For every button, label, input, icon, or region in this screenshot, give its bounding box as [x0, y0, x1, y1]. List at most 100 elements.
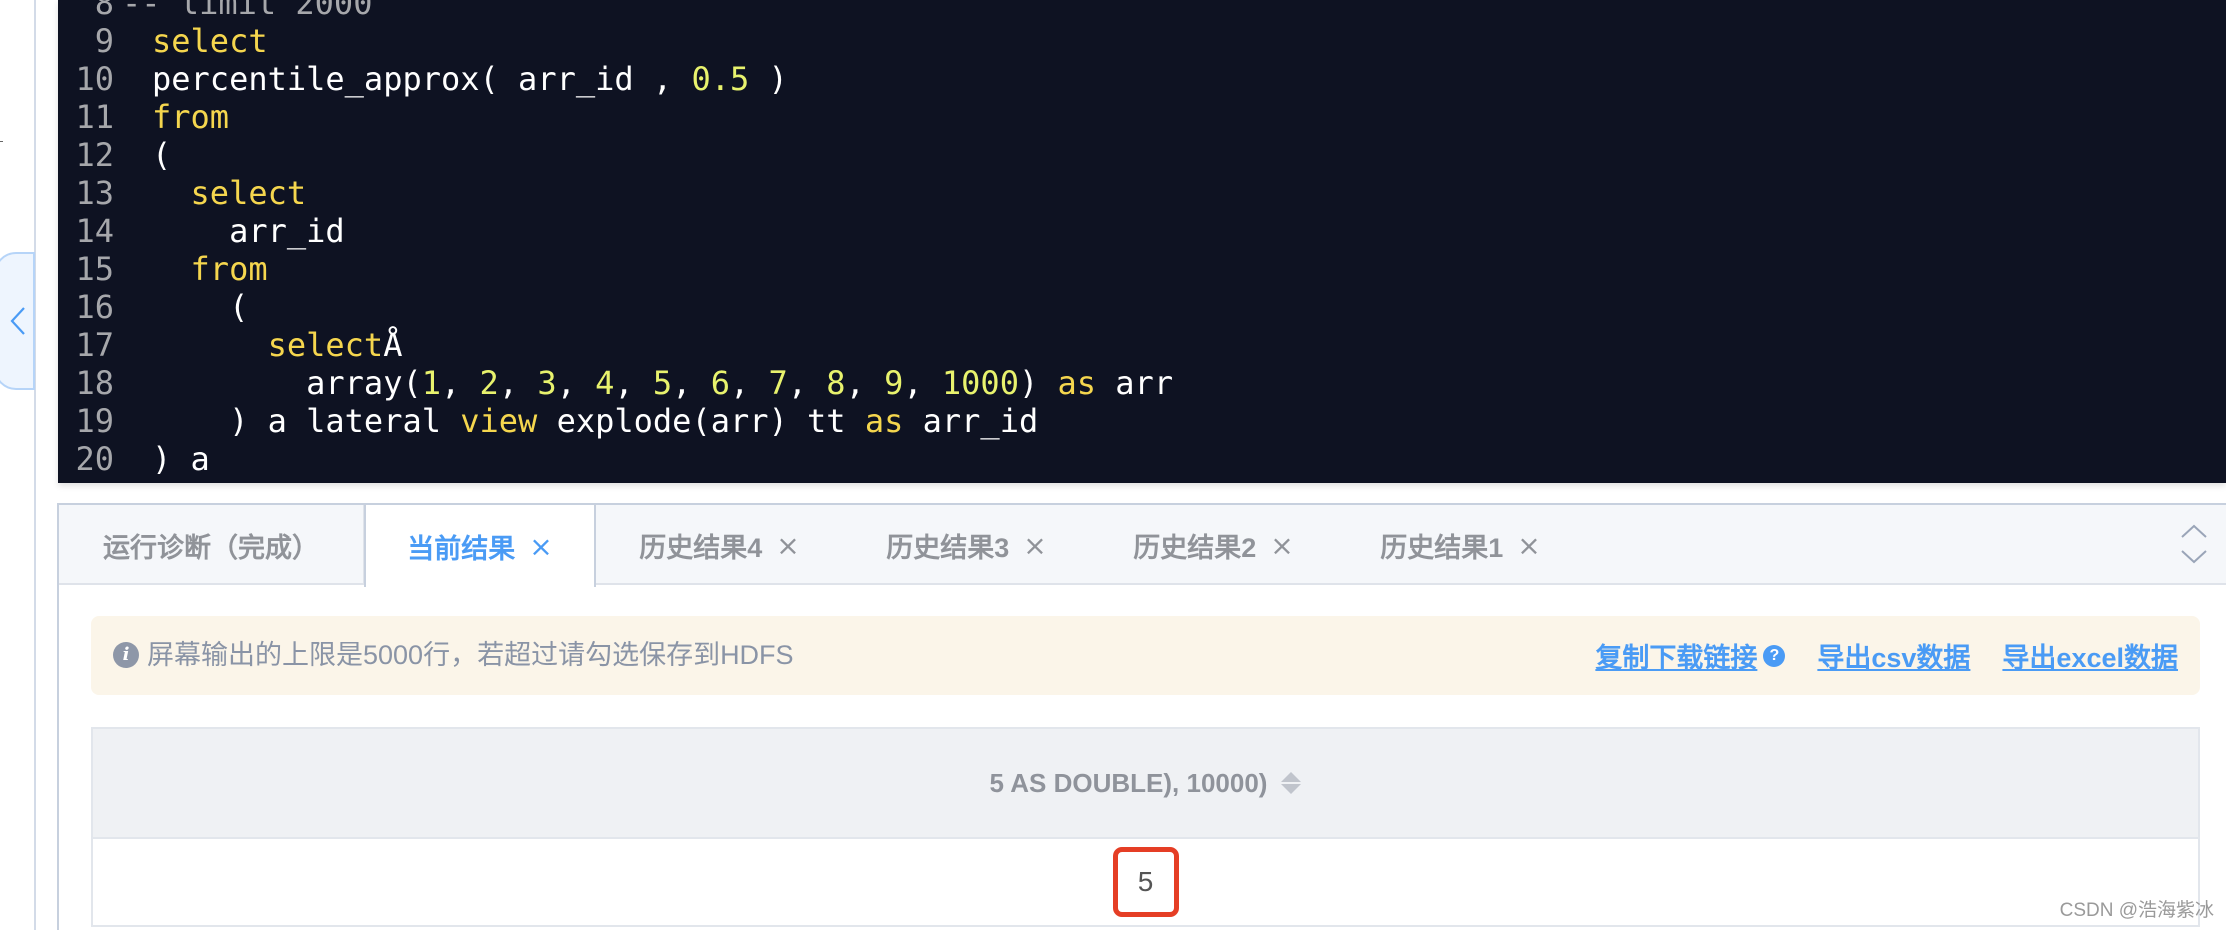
- code-token-plain: arr_id: [152, 212, 345, 250]
- code-token-plain: ): [749, 60, 788, 98]
- code-token-plain: ,: [845, 364, 885, 402]
- line-number: 17: [75, 326, 114, 364]
- code-text: select: [114, 22, 268, 60]
- table-header[interactable]: 5 AS DOUBLE), 10000): [93, 729, 2198, 839]
- code-token-num: 6: [710, 364, 730, 402]
- info-icon: i: [113, 642, 139, 668]
- tab-label: 历史结果3: [886, 532, 1010, 563]
- code-token-kw: view: [460, 402, 538, 440]
- code-token-num: 4: [595, 364, 615, 402]
- tab-run-diagnosis[interactable]: 运行诊断（完成）: [59, 505, 365, 585]
- code-line: 16 (: [58, 288, 248, 326]
- tab-label: 历史结果4: [639, 532, 763, 563]
- tab-history-result-3[interactable]: 历史结果3 ×: [843, 505, 1090, 585]
- code-token-plain: ,: [556, 364, 596, 402]
- code-token-num: 9: [884, 364, 904, 402]
- code-token-plain: (: [152, 288, 249, 326]
- code-token-plain: Å: [383, 326, 403, 364]
- code-token-plain: ) a lateral: [152, 402, 461, 440]
- help-icon[interactable]: ?: [1763, 644, 1786, 667]
- table-row: 5: [93, 839, 2198, 927]
- code-line: 17 selectÅ: [58, 326, 402, 364]
- code-token-num: 2: [479, 364, 499, 402]
- export-csv-link[interactable]: 导出csv数据: [1817, 636, 1970, 675]
- code-text: select: [114, 174, 307, 212]
- code-token-num: 5: [652, 364, 673, 402]
- close-icon[interactable]: ×: [776, 529, 799, 562]
- line-number: 12: [75, 136, 114, 174]
- code-token-plain: (: [152, 136, 172, 174]
- close-icon[interactable]: ×: [1270, 529, 1293, 562]
- code-token-plain: arr_id: [903, 402, 1039, 440]
- line-number: 20: [75, 440, 114, 478]
- line-number: 11: [75, 98, 114, 136]
- line-number: 16: [75, 288, 114, 326]
- code-line: 11 from: [58, 98, 229, 136]
- code-text: ) a: [114, 440, 210, 478]
- code-token-num: 8: [826, 364, 846, 402]
- export-excel-link[interactable]: 导出excel数据: [2002, 636, 2178, 675]
- line-number: 8: [94, 0, 114, 22]
- close-icon[interactable]: ×: [529, 530, 552, 563]
- sort-icon[interactable]: [1281, 772, 1302, 794]
- code-token-plain: ,: [729, 364, 769, 402]
- code-line: 15 from: [58, 250, 268, 288]
- code-token-plain: ,: [498, 364, 538, 402]
- copy-download-link-label: 复制下载链接: [1595, 643, 1758, 673]
- line-number: 9: [94, 22, 114, 60]
- tab-current-result[interactable]: 当前结果 ×: [364, 505, 596, 587]
- line-number: 18: [75, 364, 114, 402]
- code-text: selectÅ: [114, 326, 403, 364]
- code-token-num: 0.5: [691, 60, 750, 98]
- code-token-kw: as: [864, 402, 904, 440]
- close-icon[interactable]: ×: [1023, 529, 1046, 562]
- sidebar-collapse-button[interactable]: [0, 252, 35, 390]
- code-text: percentile_approx( arr_id , 0.5 ): [114, 60, 788, 98]
- line-number: 15: [75, 250, 114, 288]
- line-number: 19: [75, 402, 114, 440]
- code-text: from: [114, 250, 268, 288]
- close-icon[interactable]: ×: [1517, 529, 1540, 562]
- code-text: from: [114, 98, 229, 136]
- code-token-kw: from: [190, 250, 268, 288]
- line-number: 10: [75, 60, 114, 98]
- code-token-plain: ,: [440, 364, 480, 402]
- tab-label: 历史结果2: [1133, 532, 1257, 563]
- code-line: 8 -- limit 2000: [58, 0, 373, 22]
- code-line: 20 ) a: [58, 440, 210, 478]
- code-line: 12 (: [58, 136, 171, 174]
- code-text: (: [114, 136, 171, 174]
- tab-history-result-4[interactable]: 历史结果4 ×: [596, 505, 843, 585]
- code-token-plain: ) a: [152, 440, 210, 478]
- line-number: 13: [75, 174, 114, 212]
- code-text: ) a lateral view explode(arr) tt as arr_…: [114, 402, 1038, 440]
- tab-scroll-control[interactable]: [2176, 521, 2212, 569]
- tab-history-result-1[interactable]: 历史结果1 ×: [1337, 505, 1584, 585]
- code-line: 13 select: [58, 174, 306, 212]
- watermark: CSDN @浩海紫冰: [2059, 900, 2214, 921]
- code-token-plain: ,: [903, 364, 942, 402]
- code-token-num: 1000: [941, 364, 1019, 402]
- notice-actions: 复制下载链接 ? 导出csv数据 导出excel数据: [1595, 616, 2178, 695]
- output-limit-notice: i 屏幕输出的上限是5000行，若超过请勾选保存到HDFS 复制下载链接 ? 导…: [91, 616, 2200, 695]
- code-line: 9 select: [58, 22, 268, 60]
- copy-download-link[interactable]: 复制下载链接 ?: [1595, 636, 1786, 675]
- results-panel: 运行诊断（完成） 当前结果 × 历史结果4 × 历史结果3 × 历史结果2 × …: [57, 503, 2226, 930]
- result-table: 5 AS DOUBLE), 10000) 5: [91, 727, 2200, 927]
- sql-editor[interactable]: 8 -- limit 2000 9 select 10 percentile_approx…: [58, 0, 2226, 483]
- tab-label: 运行诊断（完成）: [103, 532, 319, 563]
- tab-history-result-2[interactable]: 历史结果2 ×: [1090, 505, 1337, 585]
- code-token-plain: ): [1018, 364, 1058, 402]
- code-token-comment: -- limit 2000: [122, 0, 373, 22]
- tab-label: 历史结果1: [1380, 532, 1504, 563]
- notice-text: 屏幕输出的上限是5000行，若超过请勾选保存到HDFS: [147, 640, 794, 670]
- code-token-num: 7: [768, 364, 788, 402]
- code-token-kw: from: [152, 98, 230, 136]
- code-text: -- limit 2000: [114, 0, 372, 22]
- code-token-kw: select: [267, 326, 384, 364]
- code-token-kw: as: [1057, 364, 1097, 402]
- code-token-plain: array(: [152, 364, 422, 402]
